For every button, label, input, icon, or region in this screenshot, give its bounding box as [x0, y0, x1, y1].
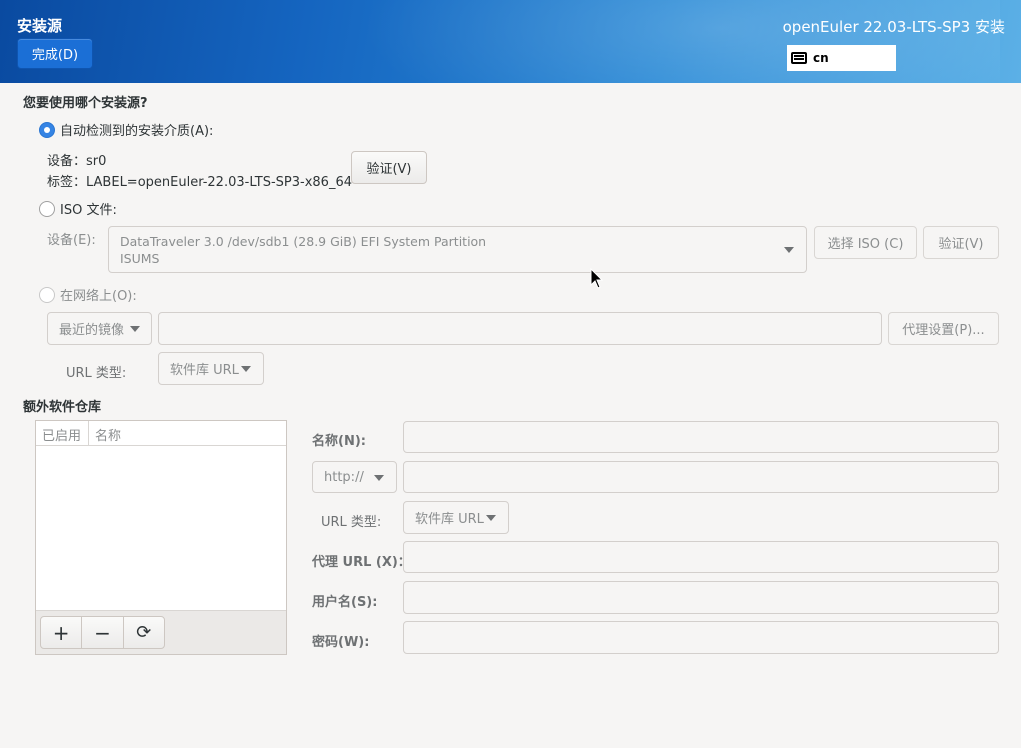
choose-iso-button[interactable]: 选择 ISO (C)	[814, 226, 917, 259]
keyboard-layout-label: cn	[813, 51, 829, 65]
network-url-input[interactable]	[158, 312, 882, 345]
password-label: 密码(W):	[312, 635, 370, 650]
protocol-combo[interactable]: http://	[312, 461, 397, 493]
repo-url-input[interactable]	[403, 461, 999, 493]
chevron-down-icon	[374, 475, 384, 481]
iso-radio[interactable]	[39, 200, 55, 217]
password-input[interactable]	[403, 621, 999, 654]
done-button[interactable]: 完成(D)	[17, 38, 93, 69]
keyboard-layout-indicator[interactable]: cn	[787, 45, 896, 71]
iso-verify-button[interactable]: 验证(V)	[923, 226, 999, 259]
url-type-value: 软件库 URL	[170, 363, 239, 378]
chevron-down-icon	[241, 366, 251, 372]
source-question: 您要使用哪个安装源?	[23, 96, 148, 111]
auto-detected-radio[interactable]	[39, 121, 55, 138]
repo-toolbar: + − ⟳	[36, 610, 286, 654]
protocol-value: http://	[324, 469, 364, 485]
iso-device-value-1: DataTraveler 3.0 /dev/sdb1 (28.9 GiB) EF…	[120, 234, 487, 249]
repo-toolbar-buttons: + − ⟳	[40, 616, 165, 649]
iso-label: ISO 文件:	[60, 203, 117, 218]
product-title: openEuler 22.03-LTS-SP3 安装	[782, 18, 1005, 36]
spoke-title: 安装源	[17, 17, 63, 35]
mouse-pointer-icon	[590, 268, 604, 289]
repo-url-type-combo[interactable]: 软件库 URL	[403, 501, 509, 534]
repo-name-label: 名称(N):	[312, 434, 366, 449]
mirror-combo-value: 最近的镜像	[59, 323, 125, 338]
iso-option[interactable]: ISO 文件:	[39, 199, 117, 218]
auto-detected-option[interactable]: 自动检测到的安装介质(A):	[39, 120, 213, 139]
chevron-down-icon	[784, 247, 794, 253]
remove-icon[interactable]: −	[82, 617, 124, 648]
repos-title: 额外软件仓库	[23, 400, 102, 415]
repo-name-input[interactable]	[403, 421, 999, 453]
repo-url-type-value: 软件库 URL	[415, 512, 484, 527]
url-type-combo[interactable]: 软件库 URL	[158, 352, 264, 385]
detected-device: 设备：sr0	[47, 154, 107, 169]
proxy-url-label: 代理 URL (X)：	[312, 555, 411, 570]
repo-url-type-label: URL 类型:	[321, 515, 382, 530]
iso-device-value-2: ISUMS	[120, 251, 160, 266]
keyboard-icon	[791, 52, 807, 64]
repo-list[interactable]: 已启用 名称 + − ⟳	[35, 420, 287, 655]
col-name-header[interactable]: 名称	[89, 421, 127, 445]
iso-device-combo[interactable]: DataTraveler 3.0 /dev/sdb1 (28.9 GiB) EF…	[108, 226, 807, 273]
network-radio[interactable]	[39, 286, 55, 303]
add-icon[interactable]: +	[41, 617, 83, 648]
chevron-down-icon	[486, 515, 496, 521]
username-input[interactable]	[403, 581, 999, 614]
chevron-down-icon	[130, 326, 140, 332]
auto-detected-label: 自动检测到的安装介质(A):	[60, 124, 214, 139]
iso-device-label: 设备(E):	[47, 233, 96, 248]
verify-media-button[interactable]: 验证(V)	[351, 151, 427, 184]
proxy-settings-button[interactable]: 代理设置(P)...	[888, 312, 999, 345]
proxy-url-input[interactable]	[403, 541, 999, 573]
username-label: 用户名(S):	[312, 595, 378, 610]
col-enabled-header[interactable]: 已启用	[36, 421, 89, 445]
url-type-label: URL 类型:	[66, 366, 127, 381]
refresh-icon[interactable]: ⟳	[124, 617, 164, 648]
repo-list-header: 已启用 名称	[36, 421, 286, 446]
network-option[interactable]: 在网络上(O):	[39, 285, 137, 304]
header-bar: 安装源 完成(D) openEuler 22.03-LTS-SP3 安装 cn	[0, 0, 1021, 83]
network-label: 在网络上(O):	[60, 289, 137, 304]
mirror-combo[interactable]: 最近的镜像	[47, 312, 152, 345]
detected-label: 标签：LABEL=openEuler-22.03-LTS-SP3-x86_64	[47, 175, 352, 190]
